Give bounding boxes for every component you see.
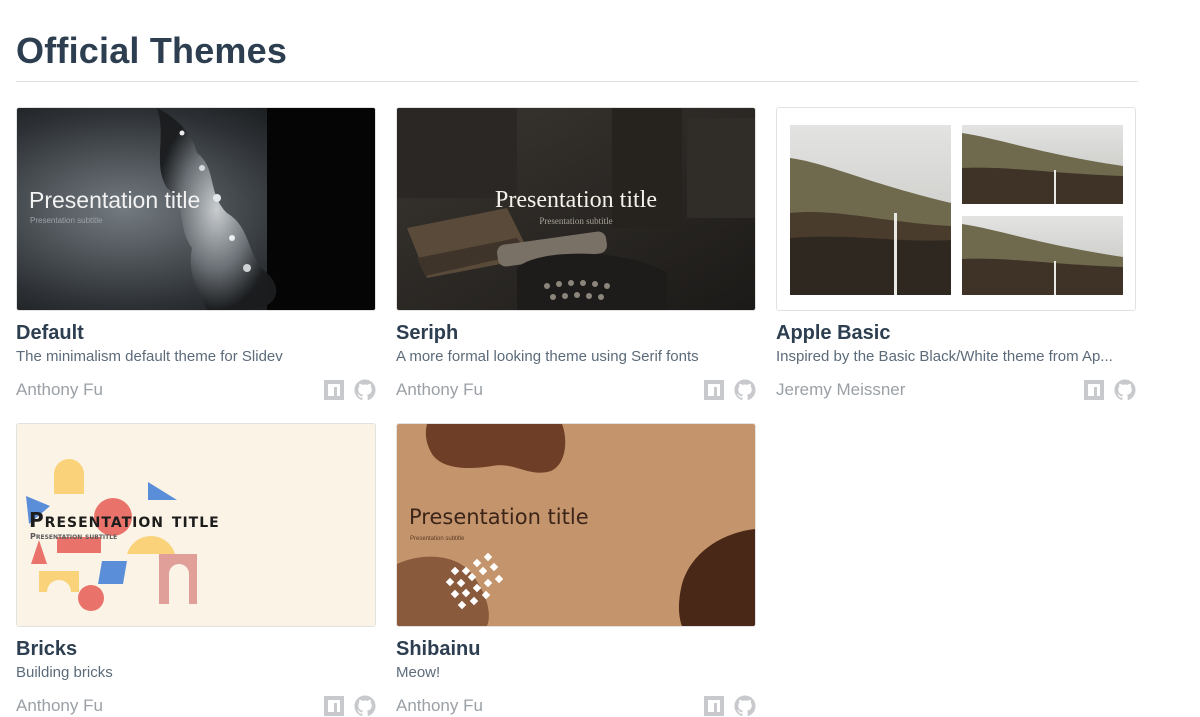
- theme-name[interactable]: Apple Basic: [776, 322, 1136, 344]
- theme-author[interactable]: Anthony Fu: [396, 380, 483, 399]
- seriph-preview-subtitle: Presentation subtitle: [539, 216, 613, 226]
- npm-icon[interactable]: [323, 695, 345, 717]
- theme-card-shibainu[interactable]: Presentation title Presentation subtitle…: [396, 423, 756, 717]
- theme-card-bricks[interactable]: Presentation title Presentation subtitle…: [16, 423, 376, 717]
- theme-description: Building bricks: [16, 664, 113, 681]
- github-icon[interactable]: [1114, 379, 1136, 401]
- theme-preview-apple-basic[interactable]: [776, 107, 1136, 311]
- bricks-preview-subtitle: Presentation subtitle: [30, 532, 118, 541]
- theme-preview-default[interactable]: Presentation title Presentation subtitle: [16, 107, 376, 311]
- shibainu-preview-title: Presentation title: [409, 505, 589, 529]
- npm-icon[interactable]: [323, 379, 345, 401]
- theme-preview-shibainu[interactable]: Presentation title Presentation subtitle: [396, 423, 756, 627]
- theme-author[interactable]: Jeremy Meissner: [776, 380, 905, 399]
- page-title: Official Themes: [16, 30, 288, 71]
- apple-basic-preview-art: [790, 125, 1123, 295]
- theme-card-apple-basic[interactable]: Apple Basic Inspired by the Basic Black/…: [776, 107, 1136, 401]
- seriph-preview-title: Presentation title: [495, 187, 657, 213]
- theme-name[interactable]: Seriph: [396, 322, 756, 344]
- theme-name[interactable]: Bricks: [16, 638, 376, 660]
- github-icon[interactable]: [354, 379, 376, 401]
- theme-description: A more formal looking theme using Serif …: [396, 348, 699, 365]
- theme-card-default[interactable]: Presentation title Presentation subtitle…: [16, 107, 376, 401]
- default-preview-title: Presentation title: [29, 187, 201, 213]
- theme-preview-bricks[interactable]: Presentation title Presentation subtitle: [16, 423, 376, 627]
- theme-description: Inspired by the Basic Black/White theme …: [776, 348, 1113, 365]
- theme-author[interactable]: Anthony Fu: [396, 696, 483, 715]
- title-divider: [16, 81, 1138, 82]
- theme-card-seriph[interactable]: Presentation title Presentation subtitle…: [396, 107, 756, 401]
- npm-icon[interactable]: [703, 379, 725, 401]
- theme-name[interactable]: Shibainu: [396, 638, 756, 660]
- shibainu-preview-subtitle: Presentation subtitle: [410, 536, 465, 542]
- theme-preview-seriph[interactable]: Presentation title Presentation subtitle: [396, 107, 756, 311]
- bricks-preview-title: Presentation title: [29, 508, 220, 532]
- npm-icon[interactable]: [703, 695, 725, 717]
- github-icon[interactable]: [734, 379, 756, 401]
- theme-description: Meow!: [396, 664, 441, 681]
- theme-description: The minimalism default theme for Slidev: [16, 348, 283, 365]
- github-icon[interactable]: [734, 695, 756, 717]
- theme-name[interactable]: Default: [16, 322, 376, 344]
- theme-author[interactable]: Anthony Fu: [16, 380, 103, 399]
- default-preview-subtitle: Presentation subtitle: [30, 216, 103, 225]
- npm-icon[interactable]: [1083, 379, 1105, 401]
- theme-author[interactable]: Anthony Fu: [16, 696, 103, 715]
- github-icon[interactable]: [354, 695, 376, 717]
